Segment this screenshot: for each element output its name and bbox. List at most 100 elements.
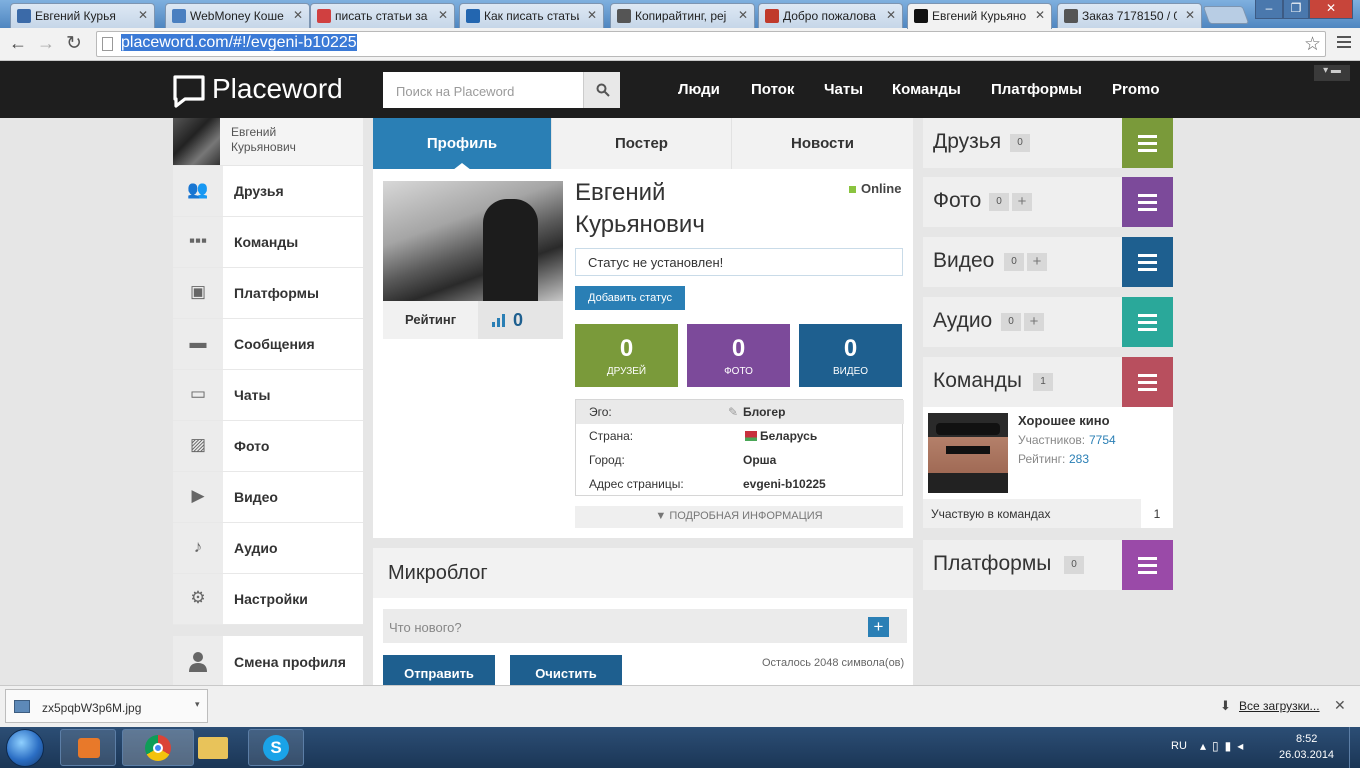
widget-video-title[interactable]: Видео bbox=[933, 249, 994, 273]
widget-video-add-button[interactable]: + bbox=[1027, 253, 1047, 271]
browser-tab-7[interactable]: Евгений Курьяно ✕ bbox=[907, 3, 1052, 29]
start-orb-icon[interactable] bbox=[6, 729, 44, 767]
microblog-input[interactable]: Что нового? + bbox=[383, 609, 907, 643]
language-indicator[interactable]: RU bbox=[1171, 740, 1187, 752]
taskbar-media-player[interactable] bbox=[60, 729, 116, 766]
nav-platforms[interactable]: Платформы bbox=[991, 81, 1082, 98]
browser-tab-1[interactable]: Евгений Курья ✕ bbox=[10, 3, 155, 28]
clock-time[interactable]: 8:52 bbox=[1296, 733, 1317, 745]
close-tab-icon[interactable]: ✕ bbox=[587, 8, 597, 22]
widget-photo-title[interactable]: Фото bbox=[933, 189, 981, 213]
close-tab-icon[interactable]: ✕ bbox=[1185, 8, 1195, 22]
photo-icon: ▨ bbox=[189, 435, 207, 454]
browser-tab-4[interactable]: Как писать статьи ✕ bbox=[459, 3, 604, 28]
tray-icons[interactable]: ▴▯▮◂ bbox=[1200, 739, 1249, 753]
profile-info-table: Эго: ✎ Блогер Страна: Беларусь Город: Орша Адре… bbox=[575, 399, 904, 496]
sidebar-item-video[interactable]: ▶ Видео bbox=[173, 472, 363, 523]
close-tab-icon[interactable]: ✕ bbox=[438, 8, 448, 22]
nav-teams[interactable]: Команды bbox=[892, 81, 961, 98]
more-info-toggle[interactable]: ▼ ПОДРОБНАЯ ИНФОРМАЦИЯ bbox=[575, 506, 903, 528]
sidebar-item-settings[interactable]: ⚙ Настройки bbox=[173, 574, 363, 625]
widget-friends-title[interactable]: Друзья bbox=[933, 130, 1001, 154]
reload-icon[interactable]: ↻ bbox=[66, 32, 82, 55]
close-tab-icon[interactable]: ✕ bbox=[138, 8, 148, 22]
nav-promo[interactable]: Promo bbox=[1112, 81, 1160, 98]
profile-photo[interactable] bbox=[383, 181, 563, 301]
info-row: Страна: Беларусь bbox=[576, 424, 904, 448]
placeword-logo[interactable]: Placeword bbox=[172, 73, 343, 108]
all-downloads-link[interactable]: Все загрузки... bbox=[1239, 699, 1320, 713]
chrome-menu-icon[interactable] bbox=[1337, 36, 1351, 48]
close-downloads-icon[interactable]: ✕ bbox=[1334, 697, 1346, 714]
browser-tab-8[interactable]: Заказ 7178150 / 0 ✕ bbox=[1057, 3, 1202, 28]
sidebar-item-teams[interactable]: ▪▪▪ Команды bbox=[173, 217, 363, 268]
stat-video[interactable]: 0 ВИДЕО bbox=[799, 324, 902, 387]
widget-photo-add-button[interactable]: + bbox=[1012, 193, 1032, 211]
url-input[interactable]: placeword.com/#!/evgeni-b10225 ☆ bbox=[96, 31, 1326, 57]
team-participation-row: Участвую в командах 1 bbox=[923, 499, 1173, 528]
widget-platforms-title[interactable]: Платформы bbox=[933, 552, 1051, 576]
hamburger-menu-icon[interactable] bbox=[1122, 540, 1173, 590]
sidebar-item-friends[interactable]: 👥 Друзья bbox=[173, 166, 363, 217]
team-name[interactable]: Хорошее кино bbox=[1018, 413, 1110, 428]
audio-icon: ♪ bbox=[193, 537, 203, 556]
sidebar-item-messages[interactable]: ▬ Сообщения bbox=[173, 319, 363, 370]
browser-tab-5[interactable]: Копирайтинг, реј ✕ bbox=[610, 3, 755, 28]
sidebar-item-chats[interactable]: ▭ Чаты bbox=[173, 370, 363, 421]
close-tab-icon[interactable]: ✕ bbox=[1035, 8, 1045, 22]
hamburger-menu-icon[interactable] bbox=[1122, 237, 1173, 287]
show-desktop-button[interactable] bbox=[1349, 727, 1360, 768]
attach-plus-button[interactable]: + bbox=[868, 617, 889, 637]
close-tab-icon[interactable]: ✕ bbox=[738, 8, 748, 22]
download-options-icon[interactable]: ▾ bbox=[195, 699, 200, 710]
site-search-input[interactable]: Поиск на Placeword bbox=[383, 72, 583, 108]
widget-audio-title[interactable]: Аудио bbox=[933, 309, 992, 333]
browser-tab-2[interactable]: WebMoney Коше ✕ bbox=[165, 3, 310, 28]
info-value[interactable]: evgeni-b10225 bbox=[743, 477, 826, 491]
browser-tab-6[interactable]: Добро пожалова ✕ bbox=[758, 3, 903, 28]
bookmark-star-icon[interactable]: ☆ bbox=[1304, 33, 1321, 56]
status-bubble[interactable]: Статус не установлен! bbox=[575, 248, 903, 276]
header-menu-toggle[interactable]: ▾ ▬ bbox=[1314, 65, 1350, 81]
widget-audio-add-button[interactable]: + bbox=[1024, 313, 1044, 331]
forward-icon[interactable]: → bbox=[37, 33, 55, 54]
clock-date[interactable]: 26.03.2014 bbox=[1279, 749, 1334, 761]
sidebar-item-platforms[interactable]: ▣ Платформы bbox=[173, 268, 363, 319]
sidebar-item-audio[interactable]: ♪ Аудио bbox=[173, 523, 363, 574]
minimize-button[interactable]: – bbox=[1255, 0, 1283, 19]
hamburger-menu-icon[interactable] bbox=[1122, 118, 1173, 168]
add-status-button[interactable]: Добавить статус bbox=[575, 286, 685, 310]
clear-button[interactable]: Очистить bbox=[510, 655, 622, 686]
tab-poster[interactable]: Постер bbox=[552, 118, 732, 169]
close-tab-icon[interactable]: ✕ bbox=[293, 8, 303, 22]
sidebar-item-label: Сообщения bbox=[234, 336, 315, 352]
close-tab-icon[interactable]: ✕ bbox=[886, 8, 896, 22]
hamburger-menu-icon[interactable] bbox=[1122, 177, 1173, 227]
widget-teams-title[interactable]: Команды bbox=[933, 369, 1022, 393]
new-tab-button[interactable] bbox=[1202, 6, 1250, 24]
tab-profile[interactable]: Профиль bbox=[373, 118, 552, 170]
team-card[interactable]: Хорошее кино Участников: 7754 Рейтинг: 2… bbox=[923, 407, 1173, 499]
taskbar-skype[interactable]: S bbox=[248, 729, 304, 766]
sidebar-user-card[interactable]: Евгений Курьянович bbox=[173, 118, 363, 165]
stat-photo[interactable]: 0 ФОТО bbox=[687, 324, 790, 387]
browser-tab-3[interactable]: писать статьи за д ✕ bbox=[310, 3, 455, 28]
taskbar-explorer[interactable] bbox=[186, 729, 242, 766]
sidebar-item-switch-profile[interactable]: Смена профиля bbox=[173, 636, 363, 686]
taskbar-chrome[interactable] bbox=[122, 729, 194, 766]
send-button[interactable]: Отправить bbox=[383, 655, 495, 686]
hamburger-menu-icon[interactable] bbox=[1122, 297, 1173, 347]
tab-news[interactable]: Новости bbox=[732, 118, 913, 169]
stat-friends[interactable]: 0 ДРУЗЕЙ bbox=[575, 324, 678, 387]
close-window-button[interactable]: ✕ bbox=[1309, 0, 1353, 19]
site-search-button[interactable] bbox=[583, 72, 620, 108]
nav-stream[interactable]: Поток bbox=[751, 81, 794, 98]
nav-chats[interactable]: Чаты bbox=[824, 81, 863, 98]
download-item[interactable]: zx5pqbW3p6M.jpg ▾ bbox=[5, 689, 208, 723]
sidebar-menu: 👥 Друзья ▪▪▪ Команды ▣ Платформы ▬ Сообщения ▭ Ча… bbox=[173, 166, 363, 625]
nav-people[interactable]: Люди bbox=[678, 81, 720, 98]
hamburger-menu-icon[interactable] bbox=[1122, 357, 1173, 407]
maximize-button[interactable]: ❐ bbox=[1283, 0, 1309, 19]
sidebar-item-photo[interactable]: ▨ Фото bbox=[173, 421, 363, 472]
back-icon[interactable]: ← bbox=[9, 33, 27, 54]
